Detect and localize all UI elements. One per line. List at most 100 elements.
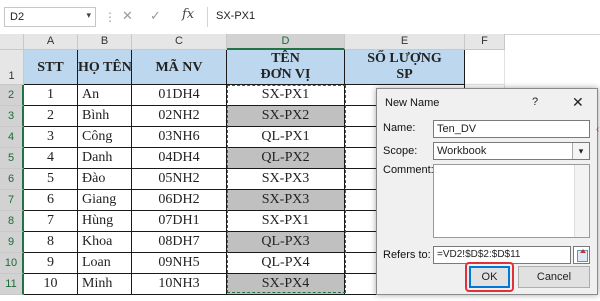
row-header-1[interactable]: 1 [0, 50, 24, 85]
cell-stt[interactable]: 3 [24, 127, 78, 148]
row-header-4[interactable]: 4 [0, 127, 24, 148]
name-label: Name: [383, 122, 416, 134]
header-ten-don-vi[interactable]: TÊN ĐƠN VỊ [227, 50, 345, 85]
name-field-value: Ten_DV [437, 123, 477, 135]
cell-ho-ten[interactable]: Minh [78, 274, 132, 295]
cell-stt[interactable]: 9 [24, 253, 78, 274]
header-so-luong-sp-line-1: SỐ LƯỢNG [367, 51, 442, 66]
cell-ma-nv[interactable]: 02NH2 [132, 106, 227, 127]
cell-don-vi[interactable]: SX-PX1 [227, 211, 345, 232]
help-icon[interactable]: ? [532, 96, 538, 108]
header-ten-don-vi-line-2: ĐƠN VỊ [260, 67, 311, 82]
row-header-3[interactable]: 3 [0, 106, 24, 127]
refers-to-value: =VD2!$D$2:$D$11 [437, 249, 521, 260]
cell-stt[interactable]: 2 [24, 106, 78, 127]
cell-ho-ten[interactable]: Đào [78, 169, 132, 190]
row-header-11[interactable]: 11 [0, 274, 24, 295]
cell-ho-ten[interactable]: An [78, 85, 132, 106]
cell-ma-nv[interactable]: 10NH3 [132, 274, 227, 295]
cell-stt[interactable]: 10 [24, 274, 78, 295]
cell-don-vi[interactable]: SX-PX4 [227, 274, 345, 295]
cell-ma-nv[interactable]: 08DH7 [132, 232, 227, 253]
header-so-luong-sp[interactable]: SỐ LƯỢNG SP [345, 50, 465, 85]
cell-don-vi[interactable]: SX-PX3 [227, 169, 345, 190]
cell-stt[interactable]: 4 [24, 148, 78, 169]
cell-stt[interactable]: 6 [24, 190, 78, 211]
cell-ma-nv[interactable]: 01DH4 [132, 85, 227, 106]
column-header-d[interactable]: D [227, 34, 345, 50]
cell-don-vi[interactable]: QL-PX1 [227, 127, 345, 148]
cell-ho-ten[interactable]: Danh [78, 148, 132, 169]
collapse-dialog-button[interactable] [573, 246, 590, 264]
scope-select[interactable]: Workbook ▾ [433, 142, 590, 160]
row-header-9[interactable]: 9 [0, 232, 24, 253]
cell-stt[interactable]: 5 [24, 169, 78, 190]
cell-ho-ten[interactable]: Giang [78, 190, 132, 211]
comment-label: Comment: [383, 164, 434, 176]
cell-ma-nv[interactable]: 05NH2 [132, 169, 227, 190]
header-ma-nv-line-1: MÃ NV [155, 60, 203, 75]
cell-don-vi[interactable]: SX-PX1 [227, 85, 345, 106]
cell-ho-ten[interactable]: Bình [78, 106, 132, 127]
scope-label: Scope: [383, 145, 418, 157]
arrow-up-icon [580, 249, 586, 253]
cell-ma-nv[interactable]: 04DH4 [132, 148, 227, 169]
cell-don-vi[interactable]: SX-PX2 [227, 106, 345, 127]
column-header-a[interactable]: A [24, 34, 78, 50]
header-stt[interactable]: STT [24, 50, 78, 85]
header-stt-line-1: STT [37, 60, 64, 75]
comment-scrollbar[interactable] [574, 165, 589, 237]
cell-ho-ten[interactable]: Công [78, 127, 132, 148]
chevron-down-icon[interactable]: ▾ [572, 143, 589, 159]
header-so-luong-sp-line-2: SP [396, 67, 413, 82]
header-ho-ten-line-1: HỌ TÊN [78, 60, 132, 75]
formula-value: SX-PX1 [216, 10, 256, 22]
header-ho-ten[interactable]: HỌ TÊN [78, 50, 132, 85]
close-icon[interactable]: ✕ [572, 94, 584, 111]
cell-ho-ten[interactable]: Khoa [78, 232, 132, 253]
column-header-f[interactable]: F [465, 34, 505, 50]
cell-stt[interactable]: 8 [24, 232, 78, 253]
column-header-b[interactable]: B [78, 34, 132, 50]
cell-ho-ten[interactable]: Hùng [78, 211, 132, 232]
column-header-c[interactable]: C [132, 34, 227, 50]
new-name-dialog: New Name ? ✕ Name: Ten_DV Scope: Workboo… [376, 88, 598, 295]
cell-f1[interactable] [465, 50, 505, 85]
cell-don-vi[interactable]: QL-PX2 [227, 148, 345, 169]
row-header-5[interactable]: 5 [0, 148, 24, 169]
dialog-title: New Name [385, 97, 440, 109]
cancel-icon[interactable]: ✕ [122, 8, 133, 24]
cell-don-vi[interactable]: QL-PX3 [227, 232, 345, 253]
select-all-corner[interactable] [0, 34, 24, 50]
header-ten-don-vi-line-1: TÊN [271, 51, 300, 66]
cell-ma-nv[interactable]: 06DH2 [132, 190, 227, 211]
name-field[interactable]: Ten_DV [433, 120, 590, 138]
cell-ho-ten[interactable]: Loan [78, 253, 132, 274]
chevron-down-icon[interactable]: ▾ [86, 10, 91, 21]
cell-ma-nv[interactable]: 09NH5 [132, 253, 227, 274]
cell-don-vi[interactable]: QL-PX4 [227, 253, 345, 274]
formula-input[interactable]: SX-PX1 [207, 7, 598, 27]
header-ma-nv[interactable]: MÃ NV [132, 50, 227, 85]
column-header-e[interactable]: E [345, 34, 465, 50]
row-header-7[interactable]: 7 [0, 190, 24, 211]
cell-ma-nv[interactable]: 07DH1 [132, 211, 227, 232]
refers-to-label: Refers to: [383, 249, 431, 261]
cancel-button[interactable]: Cancel [518, 266, 590, 288]
name-box-value: D2 [10, 11, 25, 23]
cell-don-vi[interactable]: SX-PX3 [227, 190, 345, 211]
row-header-8[interactable]: 8 [0, 211, 24, 232]
name-box[interactable]: D2 ▾ [4, 7, 96, 27]
cell-ma-nv[interactable]: 03NH6 [132, 127, 227, 148]
formula-bar: D2 ▾ ⋮ ✕ ✓ fx SX-PX1 [0, 0, 600, 35]
row-header-10[interactable]: 10 [0, 253, 24, 274]
comment-textarea[interactable] [433, 164, 590, 238]
cell-stt[interactable]: 1 [24, 85, 78, 106]
enter-icon[interactable]: ✓ [150, 8, 161, 24]
ok-button[interactable]: OK [469, 266, 510, 288]
row-header-2[interactable]: 2 [0, 85, 24, 106]
cell-stt[interactable]: 7 [24, 211, 78, 232]
row-header-6[interactable]: 6 [0, 169, 24, 190]
insert-function-icon[interactable]: fx [182, 7, 194, 22]
scope-select-value: Workbook [437, 145, 487, 157]
